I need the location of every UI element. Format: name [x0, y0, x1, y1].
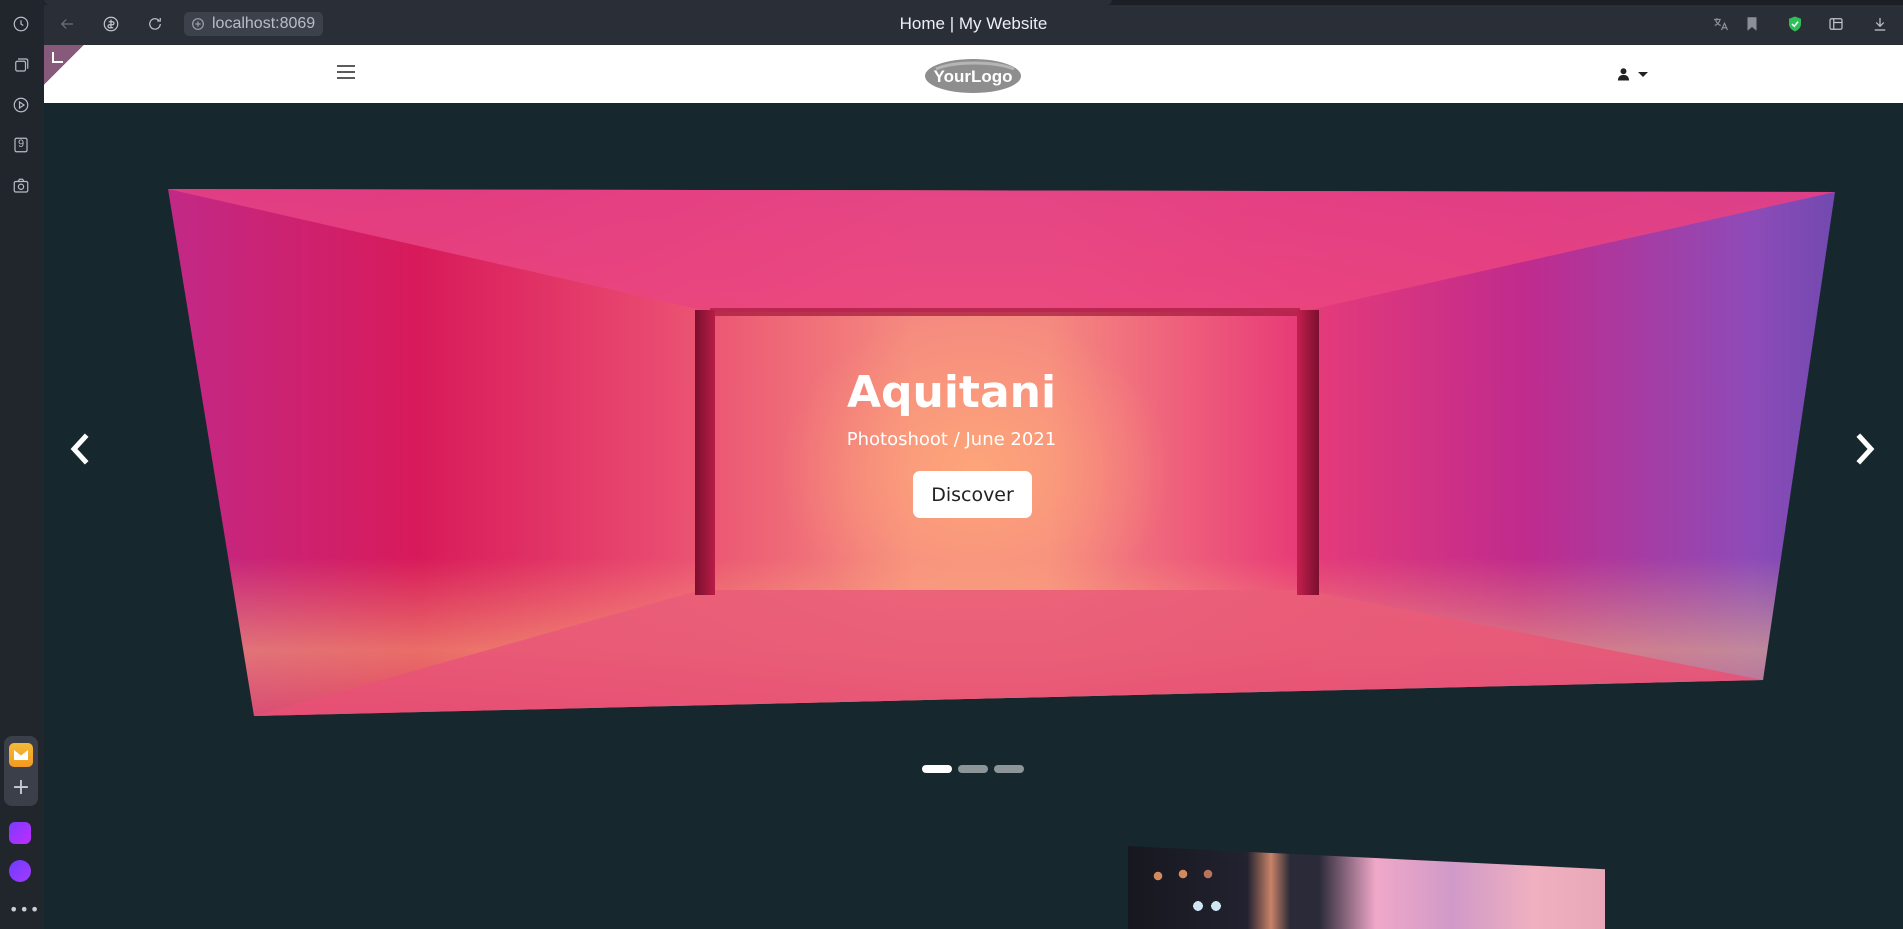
active-tab[interactable] — [44, 0, 1112, 5]
counter-icon[interactable]: 9 — [10, 134, 32, 156]
site-logo[interactable]: YourLogo — [924, 55, 1022, 95]
browser-toolbar: localhost:8069 Home | My Website — [44, 0, 1903, 45]
chevron-right-icon — [1856, 433, 1875, 465]
user-icon — [1617, 68, 1630, 81]
slide-image-pillar-left — [695, 310, 715, 595]
slide-image-pillar-right — [1297, 310, 1319, 595]
window-title: Home | My Website — [899, 14, 1048, 33]
menu-toggle-button[interactable] — [337, 65, 355, 79]
camera-icon[interactable] — [10, 175, 32, 197]
history-icon[interactable] — [10, 13, 32, 35]
tab-strip — [44, 0, 1903, 5]
slide-image-beam — [710, 308, 1300, 316]
carousel-indicators — [922, 765, 1024, 773]
tabs-icon[interactable] — [10, 54, 32, 76]
download-icon[interactable] — [1869, 13, 1891, 35]
slide-subtitle: Photoshoot / June 2021 — [846, 429, 1057, 450]
slide-title: Aquitani — [846, 367, 1057, 418]
next-section-image — [1128, 846, 1605, 929]
bookmark-icon[interactable] — [1741, 13, 1763, 35]
play-icon[interactable] — [10, 94, 32, 116]
site-header: YourLogo — [44, 45, 1903, 103]
carousel-slide-image — [168, 189, 1835, 716]
assistant-circle-icon[interactable] — [9, 860, 31, 882]
adblock-shield-icon[interactable] — [1784, 13, 1806, 35]
carousel-indicator-3[interactable] — [994, 765, 1024, 773]
edit-mode-corner-icon[interactable] — [44, 45, 84, 85]
mail-app-icon[interactable] — [9, 743, 33, 767]
user-menu-dropdown[interactable] — [1617, 64, 1648, 84]
carousel-prev-button[interactable] — [65, 432, 95, 466]
browser-sidebar: 9 + ••• — [0, 0, 44, 929]
carousel-next-button[interactable] — [1850, 432, 1880, 466]
more-icon[interactable]: ••• — [9, 900, 40, 919]
logo-text: YourLogo — [934, 67, 1013, 86]
carousel-indicator-2[interactable] — [958, 765, 988, 773]
counter-label: 9 — [18, 138, 25, 150]
assistant-app-icon[interactable] — [9, 822, 31, 844]
add-app-icon[interactable]: + — [10, 777, 32, 799]
chevron-down-icon — [1638, 71, 1648, 77]
discover-button[interactable]: Discover — [913, 471, 1032, 518]
collections-icon[interactable] — [1825, 13, 1847, 35]
carousel-indicator-1[interactable] — [922, 765, 952, 773]
translate-icon[interactable] — [1709, 13, 1731, 35]
chevron-left-icon — [70, 433, 89, 465]
